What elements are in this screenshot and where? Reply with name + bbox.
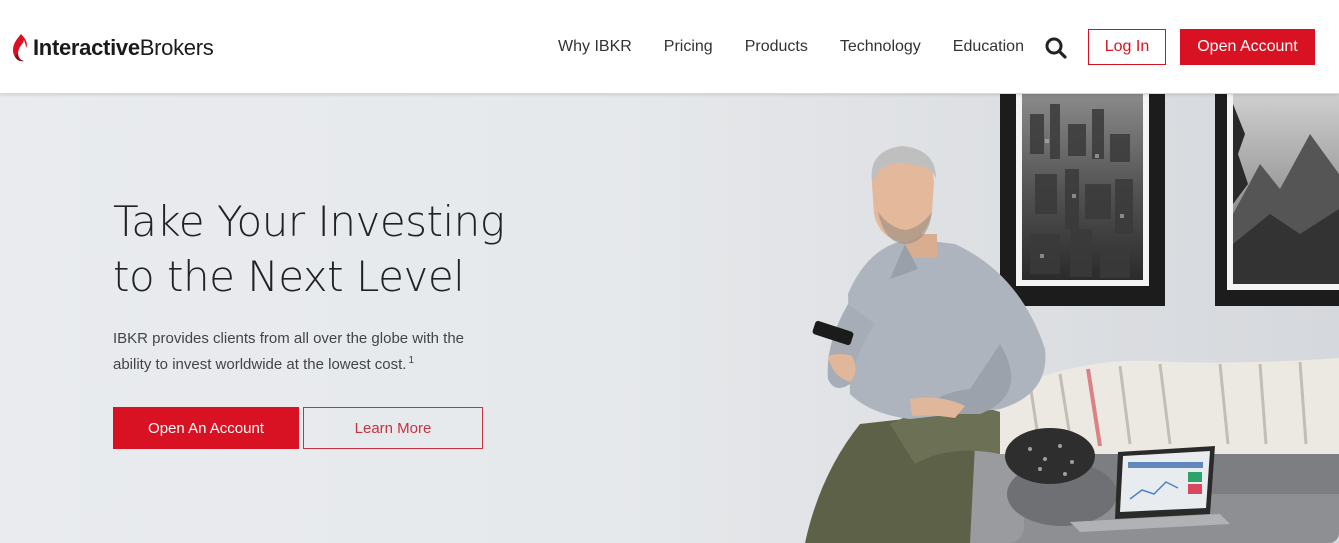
open-account-button[interactable]: Open Account [1180, 29, 1315, 65]
logo-wordmark: InteractiveBrokers [33, 35, 214, 60]
nav-why-ibkr[interactable]: Why IBKR [558, 38, 632, 56]
footnote-marker[interactable]: 1 [408, 355, 414, 366]
flame-logo-icon [13, 34, 27, 62]
nav-products[interactable]: Products [745, 38, 808, 56]
learn-more-button[interactable]: Learn More [303, 407, 483, 449]
hero-headline-line1: Take Your Investing [113, 197, 505, 246]
hero-description-text: IBKR provides clients from all over the … [113, 330, 464, 373]
hero-photo [700, 94, 1339, 543]
open-an-account-button[interactable]: Open An Account [113, 407, 299, 449]
nav-education[interactable]: Education [953, 38, 1024, 56]
hero-description: IBKR provides clients from all over the … [113, 328, 493, 376]
ibkr-logo[interactable]: InteractiveBrokers [12, 28, 214, 68]
site-header: InteractiveBrokers Why IBKR Pricing Prod… [0, 0, 1339, 94]
city-frame [1000, 94, 1165, 306]
hero-headline: Take Your Investing to the Next Level [113, 194, 553, 304]
hero-headline-line2: to the Next Level [113, 252, 465, 301]
nav-technology[interactable]: Technology [840, 38, 921, 56]
mountain-frame [1215, 94, 1339, 306]
search-icon[interactable] [1044, 36, 1068, 60]
hero-section: Take Your Investing to the Next Level IB… [0, 94, 1339, 543]
main-nav: Why IBKR Pricing Products Technology Edu… [542, 0, 1056, 94]
login-button[interactable]: Log In [1088, 29, 1166, 65]
nav-pricing[interactable]: Pricing [664, 38, 713, 56]
